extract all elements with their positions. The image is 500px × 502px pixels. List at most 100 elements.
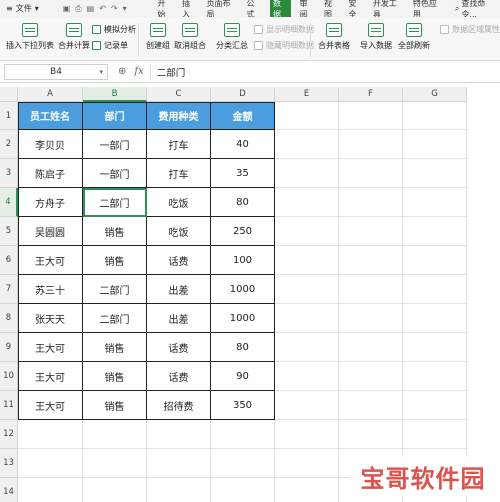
import-data-button[interactable]: 导入数据 xyxy=(360,23,392,51)
table-header-cell[interactable]: 员工姓名 xyxy=(18,102,83,130)
table-cell[interactable]: 80 xyxy=(211,333,275,362)
empty-cell[interactable] xyxy=(403,333,467,362)
empty-cell[interactable] xyxy=(339,159,403,188)
show-detail-button[interactable]: 显示明细数据 xyxy=(254,24,314,35)
row-header-2[interactable]: 2 xyxy=(0,130,18,159)
empty-cell[interactable] xyxy=(275,217,339,246)
empty-cell[interactable] xyxy=(403,362,467,391)
table-cell[interactable]: 1000 xyxy=(211,304,275,333)
empty-cell[interactable] xyxy=(403,275,467,304)
table-header-cell[interactable]: 部门 xyxy=(83,102,147,130)
data-region-button[interactable]: 数据区域属性 xyxy=(440,24,500,35)
table-cell[interactable]: 王大可 xyxy=(18,246,83,275)
empty-cell[interactable] xyxy=(339,217,403,246)
row-header-5[interactable]: 5 xyxy=(0,217,18,246)
empty-cell[interactable] xyxy=(403,420,467,449)
table-cell[interactable]: 打车 xyxy=(147,130,211,159)
empty-cell[interactable] xyxy=(339,391,403,420)
table-cell[interactable]: 一部门 xyxy=(83,130,147,159)
table-cell[interactable]: 出差 xyxy=(147,304,211,333)
hide-detail-button[interactable]: 隐藏明细数据 xyxy=(254,40,314,51)
merge-calc-button[interactable]: 合并计算 xyxy=(58,23,90,51)
table-cell[interactable]: 二部门 xyxy=(83,275,147,304)
empty-cell[interactable] xyxy=(275,102,339,130)
print-icon[interactable]: ⎙ xyxy=(75,4,81,14)
empty-cell[interactable] xyxy=(275,159,339,188)
empty-cell[interactable] xyxy=(147,449,211,478)
row-header-13[interactable]: 13 xyxy=(0,449,18,478)
table-cell[interactable]: 一部门 xyxy=(83,159,147,188)
row-header-12[interactable]: 12 xyxy=(0,420,18,449)
empty-cell[interactable] xyxy=(275,420,339,449)
empty-cell[interactable] xyxy=(403,130,467,159)
table-cell[interactable]: 话费 xyxy=(147,246,211,275)
table-header-cell[interactable]: 费用种类 xyxy=(147,102,211,130)
table-cell[interactable]: 250 xyxy=(211,217,275,246)
empty-cell[interactable] xyxy=(275,275,339,304)
column-header-c[interactable]: C xyxy=(147,87,211,102)
row-header-7[interactable]: 7 xyxy=(0,275,18,304)
row-header-3[interactable]: 3 xyxy=(0,159,18,188)
row-header-4[interactable]: 4 xyxy=(0,188,18,217)
table-cell[interactable]: 王大可 xyxy=(18,391,83,420)
empty-cell[interactable] xyxy=(211,420,275,449)
empty-cell[interactable] xyxy=(275,478,339,502)
empty-cell[interactable] xyxy=(275,362,339,391)
subtotal-button[interactable]: 分类汇总 xyxy=(216,23,248,51)
table-cell[interactable]: 吃饭 xyxy=(147,217,211,246)
save-icon[interactable]: ▣ xyxy=(63,4,71,14)
empty-cell[interactable] xyxy=(339,188,403,217)
row-header-1[interactable]: 1 xyxy=(0,102,18,130)
empty-cell[interactable] xyxy=(403,246,467,275)
empty-cell[interactable] xyxy=(403,159,467,188)
table-cell[interactable]: 李贝贝 xyxy=(18,130,83,159)
empty-cell[interactable] xyxy=(83,449,147,478)
empty-cell[interactable] xyxy=(275,449,339,478)
empty-cell[interactable] xyxy=(18,449,83,478)
table-cell[interactable]: 100 xyxy=(211,246,275,275)
empty-cell[interactable] xyxy=(339,362,403,391)
table-header-cell[interactable]: 金额 xyxy=(211,102,275,130)
table-cell[interactable]: 80 xyxy=(211,188,275,217)
empty-cell[interactable] xyxy=(211,449,275,478)
empty-cell[interactable] xyxy=(339,246,403,275)
table-cell[interactable]: 王大可 xyxy=(18,333,83,362)
table-cell[interactable]: 出差 xyxy=(147,275,211,304)
merge-sheets-button[interactable]: 合并表格 xyxy=(318,23,350,51)
column-header-d[interactable]: D xyxy=(211,87,275,102)
insert-dropdown-button[interactable]: 插入下拉列表 xyxy=(6,23,54,51)
table-cell[interactable]: 吴圆圆 xyxy=(18,217,83,246)
column-header-g[interactable]: G xyxy=(403,87,467,102)
column-header-a[interactable]: A xyxy=(18,87,83,102)
table-cell[interactable]: 销售 xyxy=(83,246,147,275)
table-cell[interactable]: 1000 xyxy=(211,275,275,304)
empty-cell[interactable] xyxy=(275,246,339,275)
table-cell[interactable]: 40 xyxy=(211,130,275,159)
empty-cell[interactable] xyxy=(147,478,211,502)
empty-cell[interactable] xyxy=(83,478,147,502)
row-header-9[interactable]: 9 xyxy=(0,333,18,362)
table-cell[interactable]: 王大可 xyxy=(18,362,83,391)
empty-cell[interactable] xyxy=(275,130,339,159)
zoom-icon[interactable]: ⊕ xyxy=(118,66,126,77)
table-cell[interactable]: 招待费 xyxy=(147,391,211,420)
table-cell[interactable]: 销售 xyxy=(83,391,147,420)
empty-cell[interactable] xyxy=(403,304,467,333)
empty-cell[interactable] xyxy=(83,420,147,449)
redo-icon[interactable]: ↷ xyxy=(111,4,118,14)
row-header-6[interactable]: 6 xyxy=(0,246,18,275)
empty-cell[interactable] xyxy=(275,391,339,420)
empty-cell[interactable] xyxy=(339,420,403,449)
chevron-down-icon[interactable]: ▾ xyxy=(123,4,127,14)
empty-cell[interactable] xyxy=(18,420,83,449)
empty-cell[interactable] xyxy=(403,102,467,130)
empty-cell[interactable] xyxy=(147,420,211,449)
simulate-analysis-button[interactable]: 模拟分析 xyxy=(92,24,136,35)
empty-cell[interactable] xyxy=(403,188,467,217)
empty-cell[interactable] xyxy=(339,275,403,304)
ungroup-button[interactable]: 取消组合 xyxy=(174,23,206,51)
empty-cell[interactable] xyxy=(403,217,467,246)
empty-cell[interactable] xyxy=(275,333,339,362)
table-cell[interactable]: 吃饭 xyxy=(147,188,211,217)
table-cell[interactable]: 苏三十 xyxy=(18,275,83,304)
